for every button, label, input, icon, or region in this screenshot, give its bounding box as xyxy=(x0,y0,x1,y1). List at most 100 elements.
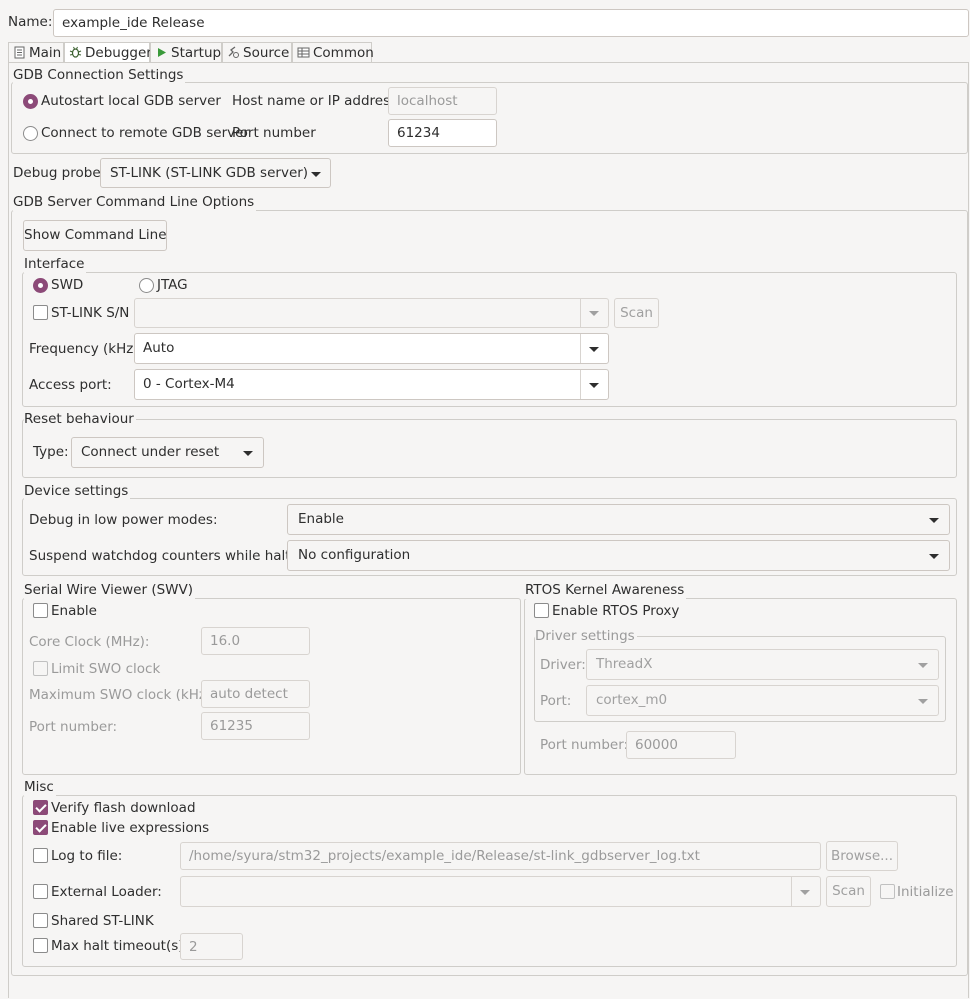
swd-radio[interactable] xyxy=(33,278,48,293)
combo-separator xyxy=(580,370,581,399)
rtos-driver-dropdown[interactable]: ThreadX xyxy=(586,649,939,680)
max-halt-input[interactable]: 2 xyxy=(180,933,243,960)
max-swo-input[interactable]: auto detect xyxy=(201,680,310,708)
port-input[interactable]: 61234 xyxy=(388,119,497,147)
watchdog-value: No configuration xyxy=(298,547,411,563)
interface-title: Interface xyxy=(24,255,87,273)
chevron-down-icon xyxy=(589,347,599,352)
combo-separator xyxy=(580,334,581,363)
tab-debugger[interactable]: Debugger xyxy=(64,42,152,63)
external-loader-combo[interactable] xyxy=(180,876,821,907)
shared-stlink-label: Shared ST-LINK xyxy=(51,913,154,929)
frequency-value: Auto xyxy=(143,340,175,356)
tab-common[interactable]: Common xyxy=(292,42,374,62)
swv-port-label: Port number: xyxy=(29,719,118,735)
jtag-radio[interactable] xyxy=(139,278,154,293)
core-clock-input[interactable]: 16.0 xyxy=(201,627,310,655)
access-port-combo[interactable]: 0 - Cortex-M4 xyxy=(134,369,609,400)
watchdog-label: Suspend watchdog counters while halted: xyxy=(29,548,312,564)
low-power-dropdown[interactable]: Enable xyxy=(287,504,950,535)
swv-port-input[interactable]: 61235 xyxy=(201,712,310,740)
debug-probe-dropdown[interactable]: ST-LINK (ST-LINK GDB server) xyxy=(100,158,331,188)
verify-flash-checkbox[interactable] xyxy=(33,800,48,815)
tab-label: Debugger xyxy=(85,45,152,61)
log-file-checkbox[interactable] xyxy=(33,848,48,863)
reset-type-value: Connect under reset xyxy=(81,444,220,460)
tab-label: Source xyxy=(243,45,290,61)
stlink-scan-button[interactable]: Scan xyxy=(614,298,659,328)
chevron-down-icon xyxy=(589,311,599,316)
gdb-connection-title: GDB Connection Settings xyxy=(13,66,186,84)
tab-main[interactable]: Main xyxy=(8,42,64,62)
tab-label: Common xyxy=(313,45,374,61)
rtos-title: RTOS Kernel Awareness xyxy=(525,581,687,599)
loader-scan-button[interactable]: Scan xyxy=(826,876,871,907)
core-clock-label: Core Clock (MHz): xyxy=(29,634,150,650)
common-tab-icon xyxy=(297,47,310,58)
source-tab-icon xyxy=(228,46,239,58)
external-loader-label: External Loader: xyxy=(51,884,162,900)
show-command-line-button[interactable]: Show Command Line xyxy=(23,220,167,251)
log-file-label: Log to file: xyxy=(51,848,123,864)
tab-label: Main xyxy=(29,45,62,61)
debugger-tab-icon xyxy=(69,46,82,58)
debug-probe-label: Debug probe xyxy=(13,165,101,181)
swd-label: SWD xyxy=(51,277,84,293)
reset-type-label: Type: xyxy=(33,444,69,460)
driver-settings-title: Driver settings xyxy=(535,627,637,645)
stlink-sn-combo[interactable] xyxy=(134,298,609,328)
rtos-port-value: cortex_m0 xyxy=(596,692,668,708)
main-tab-icon xyxy=(14,46,25,59)
rtos-proxy-label: Enable RTOS Proxy xyxy=(552,603,680,619)
port-label: Port number xyxy=(232,125,316,141)
tab-source[interactable]: Source xyxy=(222,42,292,62)
rtos-driver-label: Driver: xyxy=(540,657,586,673)
verify-flash-label: Verify flash download xyxy=(51,800,196,816)
low-power-value: Enable xyxy=(298,511,344,527)
limit-swo-label: Limit SWO clock xyxy=(51,661,161,677)
chevron-down-icon xyxy=(918,699,928,704)
shared-stlink-checkbox[interactable] xyxy=(33,913,48,928)
device-settings-title: Device settings xyxy=(24,482,131,500)
watchdog-dropdown[interactable]: No configuration xyxy=(287,540,950,571)
name-label: Name: xyxy=(8,14,53,30)
swv-enable-checkbox[interactable] xyxy=(33,603,48,618)
max-halt-label: Max halt timeout(s): xyxy=(51,938,189,954)
limit-swo-checkbox[interactable] xyxy=(33,661,48,676)
config-name-input[interactable]: example_ide Release xyxy=(53,9,969,37)
initialize-checkbox[interactable] xyxy=(880,884,895,899)
tab-label: Startup xyxy=(171,45,222,61)
remote-gdb-radio[interactable] xyxy=(23,126,38,141)
swv-title: Serial Wire Viewer (SWV) xyxy=(24,581,196,599)
gdb-server-options-title: GDB Server Command Line Options xyxy=(13,193,257,211)
autostart-radio[interactable] xyxy=(23,94,38,109)
debug-probe-value: ST-LINK (ST-LINK GDB server) xyxy=(110,165,309,181)
browse-button[interactable]: Browse... xyxy=(826,841,898,871)
reset-type-dropdown[interactable]: Connect under reset xyxy=(71,437,264,468)
startup-tab-icon xyxy=(158,48,166,57)
chevron-down-icon xyxy=(589,383,599,388)
combo-separator xyxy=(791,877,792,906)
external-loader-checkbox[interactable] xyxy=(33,884,48,899)
rtos-proxy-checkbox[interactable] xyxy=(534,603,549,618)
rtos-port-dropdown[interactable]: cortex_m0 xyxy=(586,685,939,716)
live-expressions-checkbox[interactable] xyxy=(33,820,48,835)
rtos-port-number-input[interactable]: 60000 xyxy=(626,731,736,759)
frequency-label: Frequency (kHz): xyxy=(29,341,144,357)
log-file-input[interactable]: /home/syura/stm32_projects/example_ide/R… xyxy=(180,842,821,870)
chevron-down-icon xyxy=(243,451,253,456)
rtos-port-label: Port: xyxy=(540,693,572,709)
tab-startup[interactable]: Startup xyxy=(150,42,222,62)
chevron-down-icon xyxy=(800,890,810,895)
swv-enable-label: Enable xyxy=(51,603,97,619)
stlink-sn-checkbox[interactable] xyxy=(33,305,48,320)
chevron-down-icon xyxy=(929,518,939,523)
max-swo-label: Maximum SWO clock (kHz): xyxy=(29,687,216,703)
frequency-combo[interactable]: Auto xyxy=(134,333,609,364)
access-port-label: Access port: xyxy=(29,377,112,393)
host-label: Host name or IP address xyxy=(232,93,398,109)
misc-title: Misc xyxy=(24,778,56,796)
host-input[interactable]: localhost xyxy=(388,87,497,115)
low-power-label: Debug in low power modes: xyxy=(29,512,218,528)
max-halt-checkbox[interactable] xyxy=(33,938,48,953)
